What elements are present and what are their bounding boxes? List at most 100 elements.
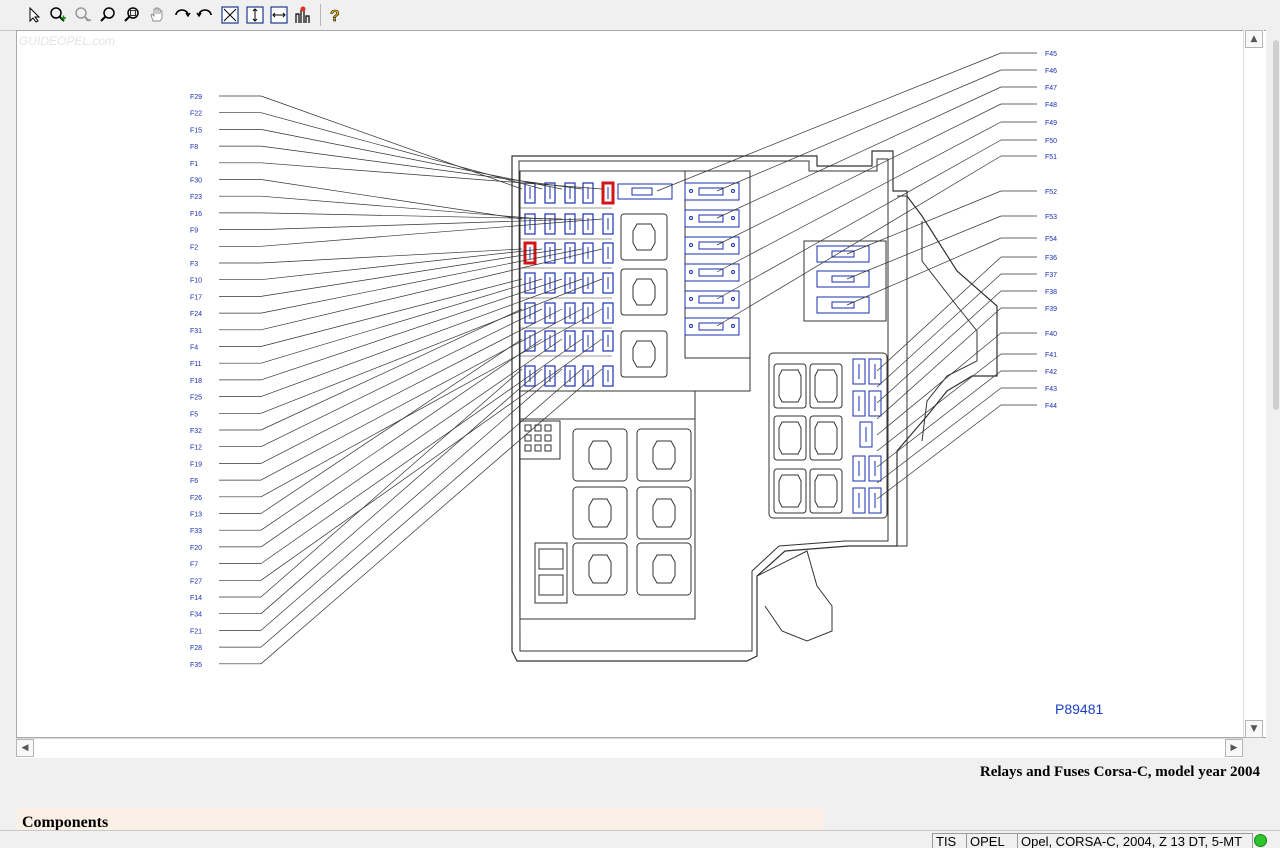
select-pointer-icon[interactable] [25, 5, 45, 25]
leader-line [260, 95, 523, 190]
fit-width-icon[interactable] [269, 5, 289, 25]
leader-line [260, 278, 543, 364]
leader-line [260, 338, 523, 514]
leader-line [260, 308, 523, 431]
status-bar: TIS OPEL Opel, CORSA-C, 2004, Z 13 DT, 5… [0, 830, 1280, 848]
fuse-label: F27 [190, 578, 202, 585]
rotate-left-icon[interactable] [172, 5, 192, 25]
leader-line [260, 308, 603, 498]
highlight-icon[interactable] [294, 5, 314, 25]
fuse-label: F14 [190, 595, 202, 602]
relay [620, 330, 668, 378]
fuse-label: F4 [190, 345, 198, 352]
fuse-label: F17 [190, 294, 202, 301]
fuse-label: F44 [1045, 403, 1057, 410]
fuse-label: F43 [1045, 386, 1057, 393]
small-relay [534, 542, 568, 604]
leader-line [846, 215, 1002, 280]
fuse-label: F2 [190, 244, 198, 251]
leader-line [260, 248, 543, 281]
fuse-label: F26 [190, 495, 202, 502]
fit-window-icon[interactable] [220, 5, 240, 25]
maxi-fuse [684, 263, 740, 282]
zoom-window-icon[interactable] [123, 5, 143, 25]
fuse-label: F13 [190, 512, 202, 519]
fuse-label: F32 [190, 428, 202, 435]
leader-line [260, 112, 543, 190]
scroll-down-icon[interactable]: ▼ [1245, 720, 1263, 738]
outer-scrollbar-thumb[interactable] [1273, 40, 1279, 410]
scroll-up-icon[interactable]: ▲ [1245, 30, 1263, 48]
toolbar-separator [320, 4, 321, 26]
diagnostic-connector [519, 420, 561, 460]
fuse-label: F3 [190, 261, 198, 268]
fuse-label: F49 [1045, 120, 1057, 127]
relay [572, 486, 628, 540]
fuse-label: F7 [190, 562, 198, 569]
scroll-right-icon[interactable]: ▶ [1225, 739, 1243, 757]
leader-line [716, 103, 1002, 246]
leader-line [260, 368, 603, 665]
toolbar: ? [0, 0, 1280, 31]
fuse-label: F28 [190, 645, 202, 652]
relay [636, 542, 692, 596]
maxi-fuse-top [617, 183, 673, 200]
leader-line [260, 308, 563, 464]
pan-hand-icon[interactable] [147, 5, 167, 25]
vertical-scrollbar[interactable]: ▲ ▼ [1243, 30, 1264, 738]
status-app: TIS [932, 833, 968, 848]
status-ok-icon [1254, 834, 1267, 847]
relay [636, 486, 692, 540]
fuse-label: F30 [190, 178, 202, 185]
fuse-label: F21 [190, 628, 202, 635]
leader-line [876, 273, 1002, 388]
side-maxi-fuse [816, 296, 870, 314]
status-vehicle: Opel, CORSA-C, 2004, Z 13 DT, 5-MT [1017, 833, 1253, 848]
document-title: Relays and Fuses Corsa-C, model year 200… [979, 764, 1260, 780]
scroll-left-icon[interactable]: ◀ [16, 739, 34, 757]
zoom-out-icon[interactable] [73, 5, 93, 25]
relay [636, 428, 692, 482]
fuse-label: F47 [1045, 85, 1057, 92]
maxi-fuse [684, 209, 740, 228]
leader-line [260, 338, 543, 531]
fuse-label: F34 [190, 612, 202, 619]
fuse-label: F1 [190, 161, 198, 168]
fuse-label: F50 [1045, 138, 1057, 145]
help-icon[interactable]: ? [325, 5, 345, 25]
zoom-icon[interactable] [99, 5, 119, 25]
fuse-label: F23 [190, 194, 202, 201]
zoom-in-icon[interactable] [48, 5, 68, 25]
fuse-label: F51 [1045, 154, 1057, 161]
fuse-label: F12 [190, 445, 202, 452]
diagram-viewer[interactable]: F29 F22 F15 F8 F1 F30 F23 F16 F9 F2 F3 F10 F17 F24 F31… [16, 30, 1267, 738]
fuse-label: F45 [1045, 51, 1057, 58]
rotate-right-icon[interactable] [195, 5, 215, 25]
components-section-header: Components [17, 808, 824, 831]
fit-height-icon[interactable] [245, 5, 265, 25]
fuse-label: F15 [190, 127, 202, 134]
fuse-label: F41 [1045, 352, 1057, 359]
fuse-label: F20 [190, 545, 202, 552]
housing-flange [921, 221, 978, 442]
fuse-label: F29 [190, 94, 202, 101]
leader-line [260, 248, 523, 264]
fuse-label: F24 [190, 311, 202, 318]
horizontal-scrollbar[interactable]: ◀ ▶ [16, 738, 1243, 758]
fuse-label: F19 [190, 461, 202, 468]
leader-line [846, 190, 1002, 255]
fuse-label: F8 [190, 144, 198, 151]
leader-line [260, 212, 563, 220]
leader-line [260, 368, 583, 648]
leader-line [876, 332, 1002, 436]
fuse-label: F42 [1045, 369, 1057, 376]
fuse-box-diagram: F29 F22 F15 F8 F1 F30 F23 F16 F9 F2 F3 F10 F17 F24 F31… [190, 51, 1057, 669]
leader-line [260, 162, 603, 190]
housing-bracket [756, 550, 833, 642]
fuse-label: F40 [1045, 331, 1057, 338]
leader-line [260, 248, 563, 297]
relay [572, 428, 628, 482]
maxi-fuse [684, 317, 740, 336]
leader-line [716, 86, 1002, 219]
fuse-label: F52 [1045, 189, 1057, 196]
